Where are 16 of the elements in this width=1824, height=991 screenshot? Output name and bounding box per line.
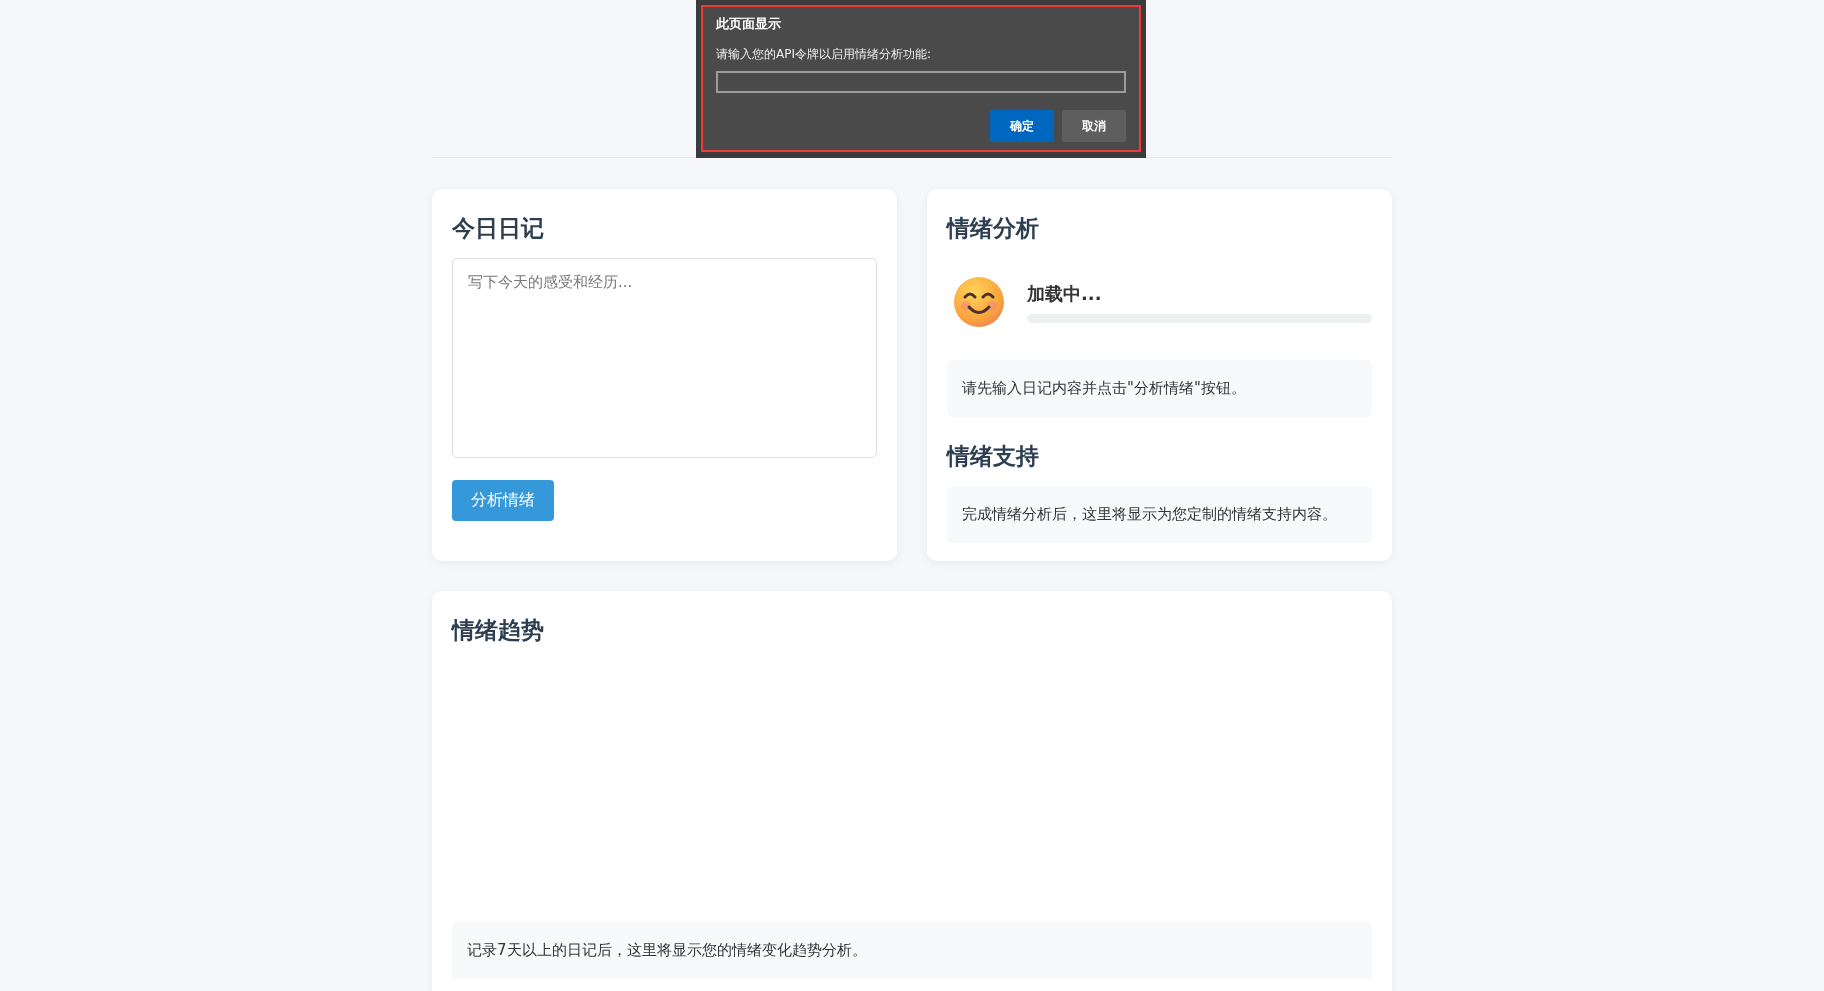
card-title: 情绪分析 — [947, 214, 1040, 243]
cancel-button[interactable]: 取消 — [1062, 110, 1126, 142]
card-title: 情绪趋势 — [452, 616, 545, 645]
info-text: 记录7天以上的日记后，这里将显示您的情绪变化趋势分析。 — [467, 941, 867, 959]
dialog-message: 请输入您的API令牌以启用情绪分析功能: — [716, 46, 933, 63]
card-title: 今日日记 — [452, 214, 545, 243]
info-text: 完成情绪分析后，这里将显示为您定制的情绪支持内容。 — [962, 505, 1337, 523]
confirm-button[interactable]: 确定 — [990, 110, 1054, 142]
status-label: 加载中... — [1027, 281, 1103, 306]
dialog-title: 此页面显示 — [716, 15, 782, 33]
analyze-button[interactable]: 分析情绪 — [452, 480, 554, 521]
token-input-field[interactable] — [716, 71, 1126, 93]
smiling-face-icon — [953, 276, 1005, 328]
diary-text-area[interactable]: 写下今天的感受和经历... — [452, 258, 877, 458]
info-text: 请先输入日记内容并点击"分析情绪"按钮。 — [962, 379, 1246, 397]
section-title: 情绪支持 — [947, 442, 1040, 471]
